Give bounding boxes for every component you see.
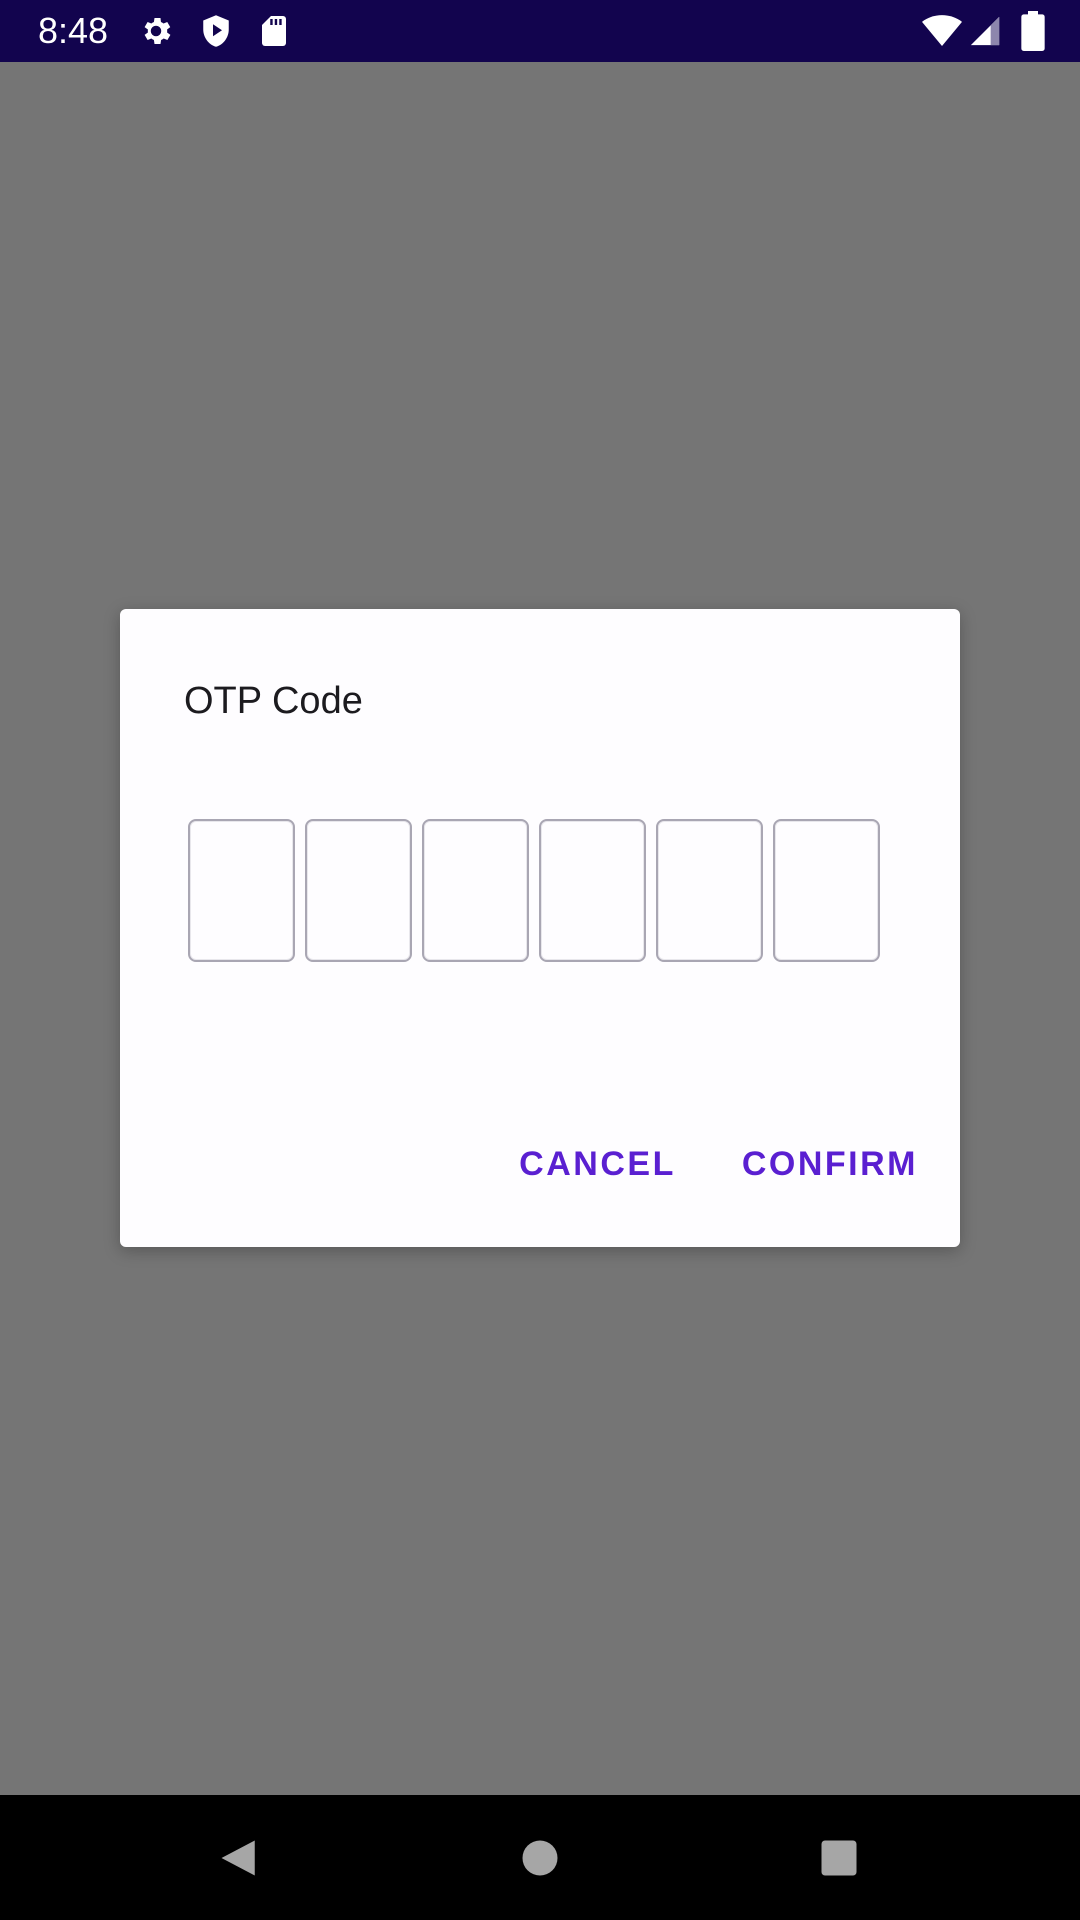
battery-icon xyxy=(1021,11,1045,51)
otp-digit-field-6[interactable] xyxy=(773,819,880,962)
otp-digit-field-1[interactable] xyxy=(188,819,295,962)
cancel-button[interactable]: CANCEL xyxy=(519,1144,676,1184)
recents-icon[interactable] xyxy=(818,1837,860,1879)
confirm-button[interactable]: CONFIRM xyxy=(742,1144,918,1184)
sd-card-icon xyxy=(262,16,286,46)
otp-digit-field-4[interactable] xyxy=(539,819,646,962)
status-time: 8:48 xyxy=(38,10,109,51)
otp-dialog: OTP Code CANCEL CONFIRM xyxy=(120,609,960,1247)
status-bar: 8:48 xyxy=(0,0,1080,62)
screen: 8:48 OTP Code CANCEL CONFIRM xyxy=(0,0,1080,1920)
home-icon[interactable] xyxy=(519,1837,561,1879)
back-icon[interactable] xyxy=(218,1837,260,1879)
otp-digit-field-2[interactable] xyxy=(305,819,412,962)
dialog-actions: CANCEL CONFIRM xyxy=(519,1144,918,1184)
otp-digit-field-3[interactable] xyxy=(422,819,529,962)
shield-play-icon xyxy=(203,15,229,47)
dialog-title: OTP Code xyxy=(184,680,363,722)
signal-icon xyxy=(970,16,1000,46)
navigation-bar xyxy=(0,1795,1080,1920)
settings-gear-icon xyxy=(144,17,171,45)
otp-input-row xyxy=(188,819,880,962)
otp-digit-field-5[interactable] xyxy=(656,819,763,962)
wifi-icon xyxy=(922,15,962,46)
